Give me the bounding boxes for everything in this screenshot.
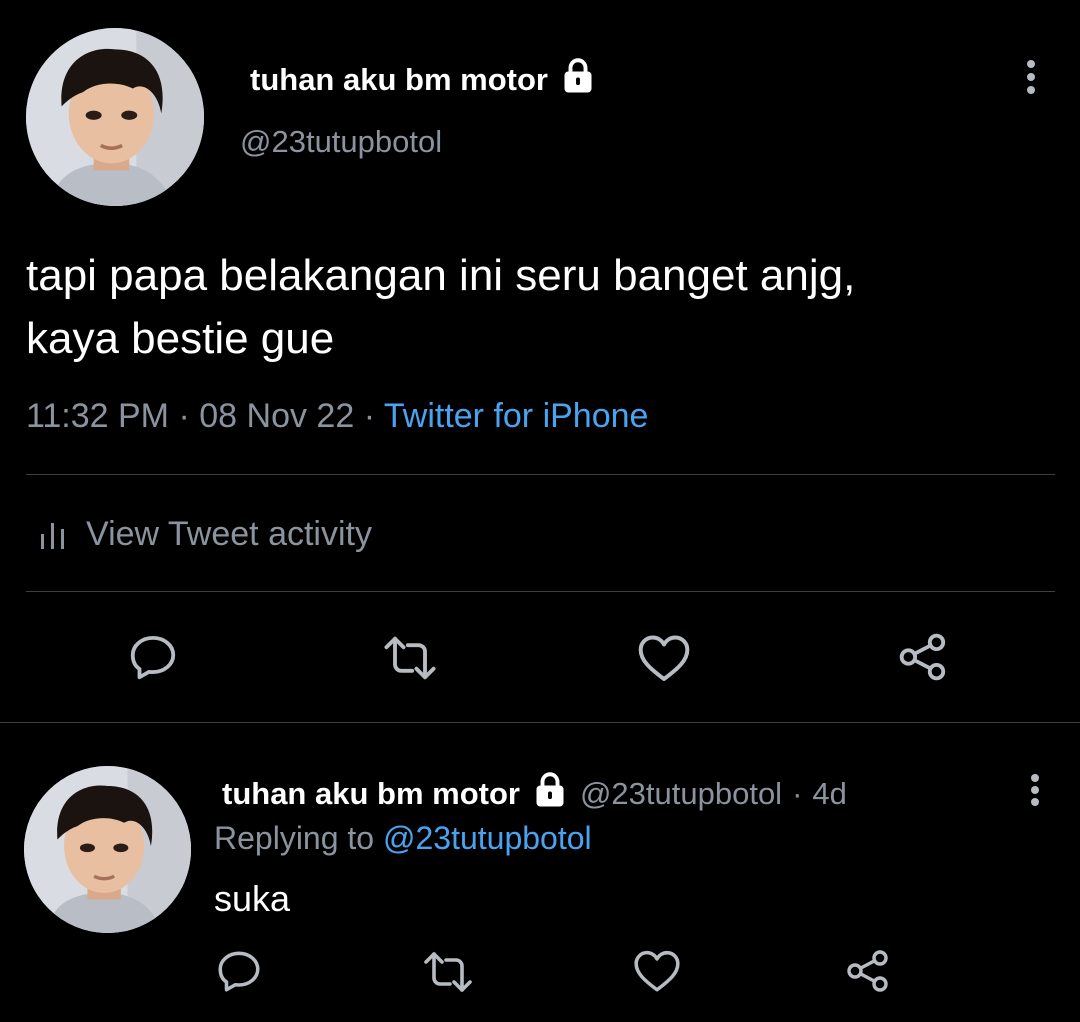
author-name-row: tuhan aku bm motor [250, 58, 596, 102]
tweet-meta: 11:32 PM · 08 Nov 22 · Twitter for iPhon… [26, 397, 648, 436]
replying-to-prefix: Replying to [214, 820, 375, 856]
tweet-source-link[interactable]: Twitter for iPhone [384, 397, 649, 435]
reply-icon[interactable] [214, 946, 264, 1001]
reply-text: suka [214, 878, 291, 919]
retweet-icon[interactable] [420, 948, 476, 1001]
tweet-time: 11:32 PM [26, 397, 170, 435]
reply-icon[interactable] [126, 630, 180, 689]
divider [26, 591, 1055, 592]
meta-separator: · [363, 397, 376, 435]
tweet-text-line: tapi papa belakangan ini seru banget anj… [26, 251, 856, 300]
avatar-photo [24, 766, 191, 933]
share-icon[interactable] [896, 630, 950, 689]
more-vertical-icon[interactable] [1031, 774, 1039, 806]
replying-to-mention[interactable]: @23tutupbotol [383, 820, 592, 856]
author-avatar[interactable] [26, 28, 204, 206]
tweet-date: 08 Nov 22 [199, 397, 355, 435]
view-tweet-activity-label: View Tweet activity [86, 515, 372, 553]
lock-icon [560, 58, 596, 102]
more-vertical-icon[interactable] [1027, 60, 1035, 94]
author-display-name[interactable]: tuhan aku bm motor [250, 62, 548, 98]
view-tweet-activity-button[interactable]: View Tweet activity [38, 515, 372, 554]
reply-author-handle[interactable]: @23tutupbotol [580, 776, 782, 812]
replying-to-row: Replying to @23tutupbotol [214, 820, 592, 857]
share-icon[interactable] [844, 946, 892, 1001]
reply-author-display-name[interactable]: tuhan aku bm motor [222, 776, 520, 812]
reply-age: 4d [812, 776, 847, 811]
reply-author-row: tuhan aku bm motor @23tutupbotol · 4d [222, 772, 847, 816]
reply-author-avatar[interactable] [24, 766, 191, 933]
meta-separator: · [792, 776, 803, 811]
bar-chart-icon [38, 519, 68, 551]
heart-icon[interactable] [632, 948, 682, 999]
tweet-text-line: kaya bestie gue [26, 314, 335, 363]
retweet-icon[interactable] [380, 632, 440, 689]
divider [0, 722, 1080, 723]
lock-icon [532, 772, 568, 816]
divider [26, 474, 1055, 475]
author-handle[interactable]: @23tutupbotol [240, 124, 442, 160]
tweet-text: tapi papa belakangan ini seru banget anj… [26, 244, 1046, 370]
avatar-photo [26, 28, 204, 206]
heart-icon[interactable] [636, 632, 692, 689]
meta-separator: · [178, 397, 190, 435]
